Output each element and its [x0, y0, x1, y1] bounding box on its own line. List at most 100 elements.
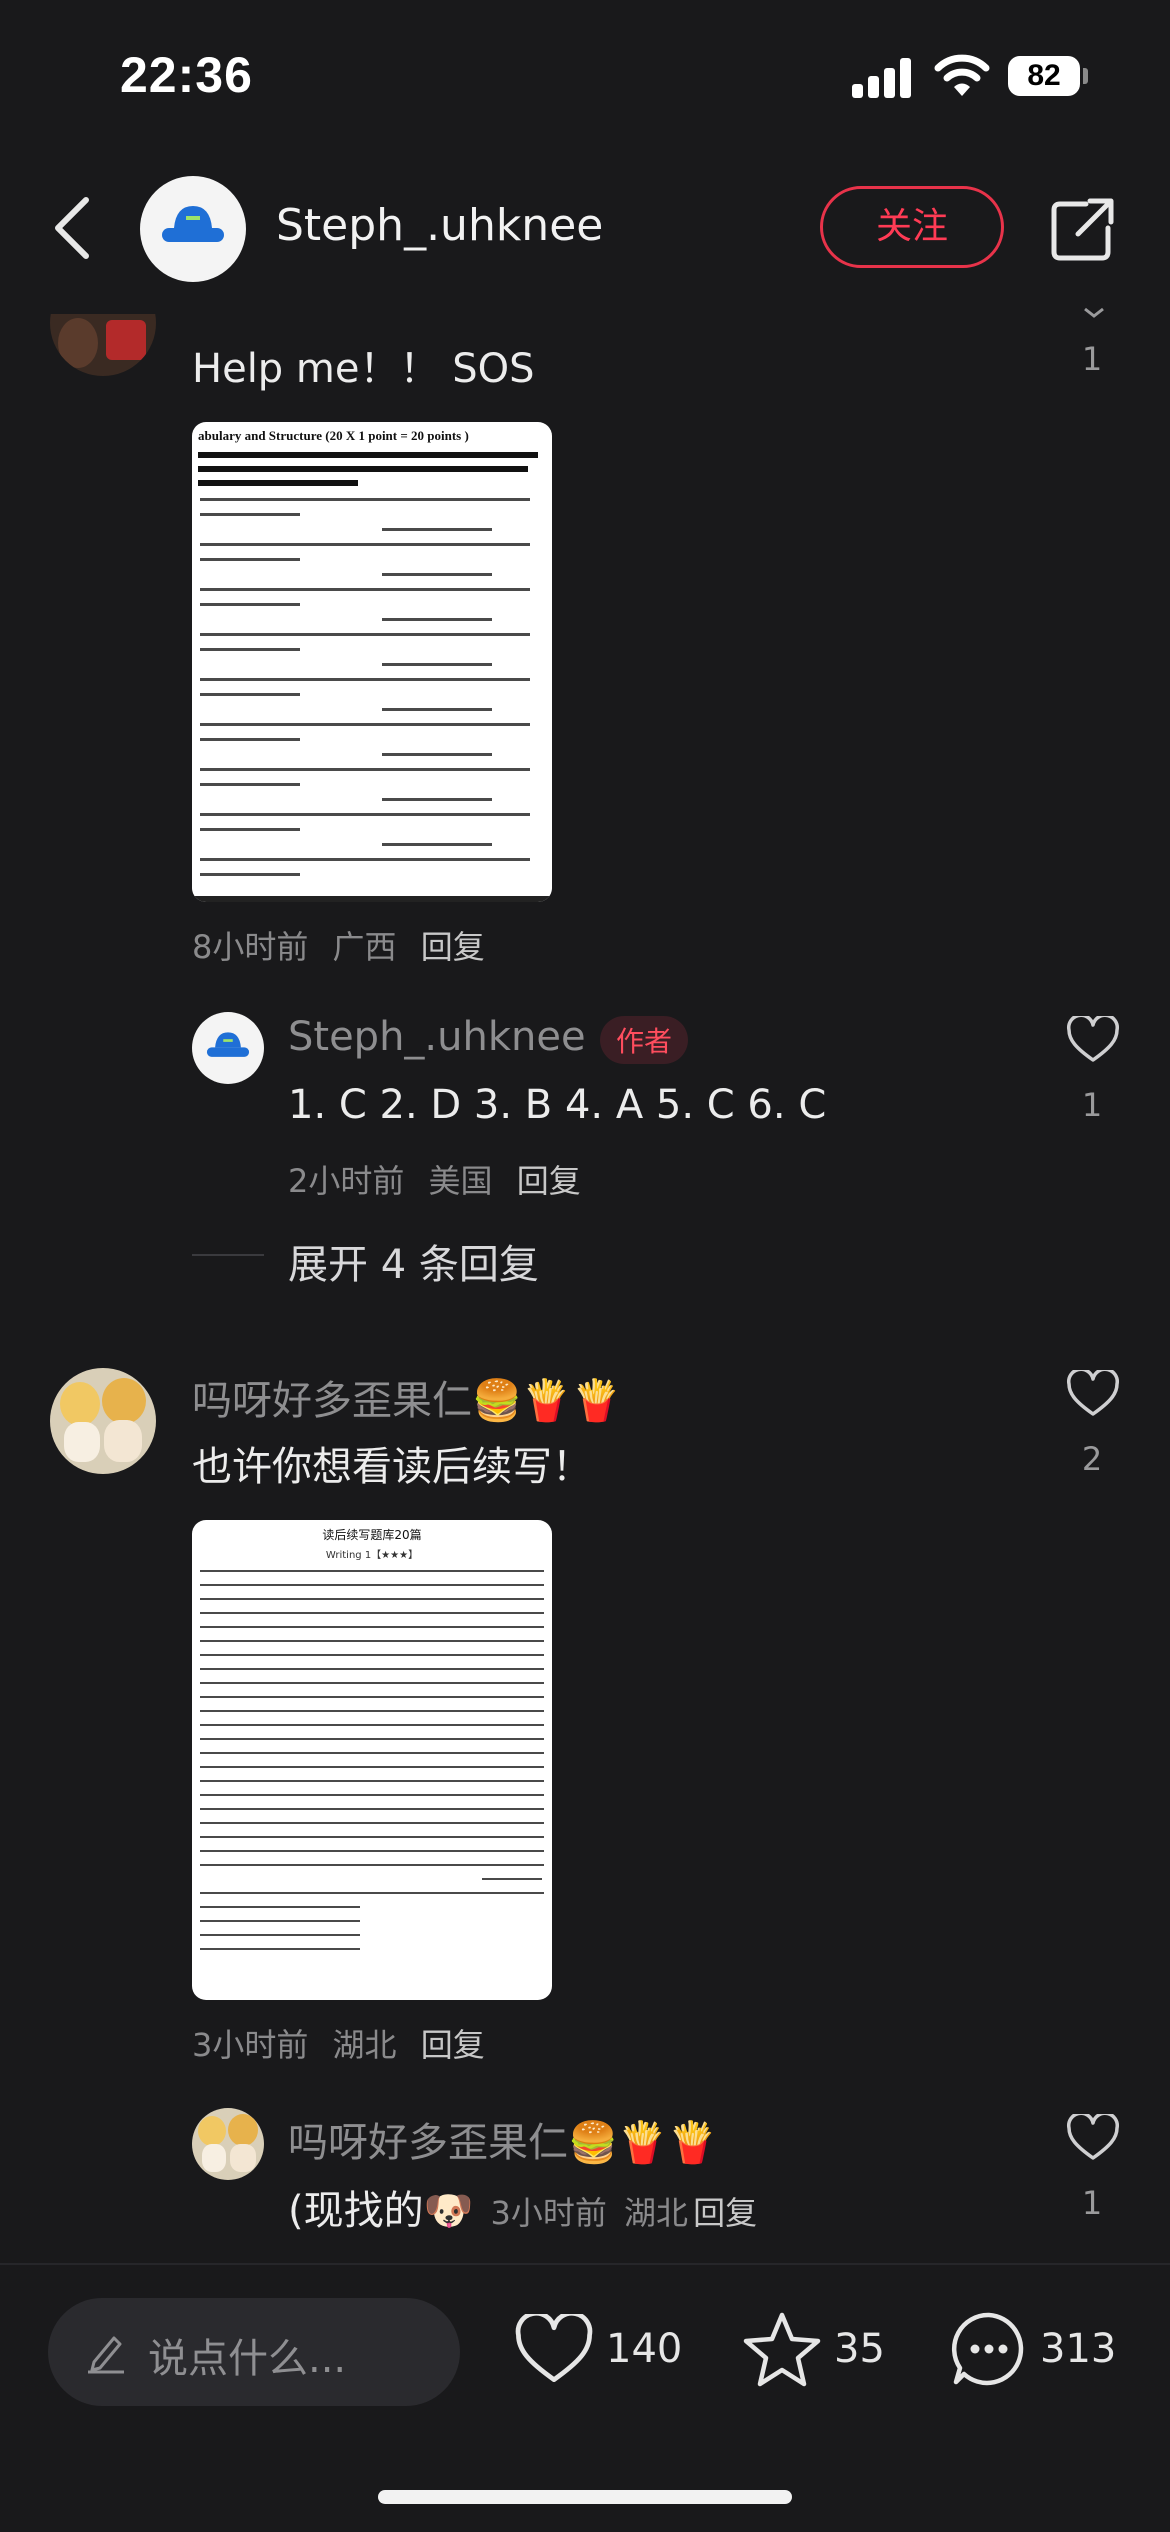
- reply-text: (现找的🐶: [288, 2188, 474, 2234]
- quiz-text-line: [200, 828, 300, 831]
- star-total[interactable]: 35: [834, 2326, 885, 2372]
- bucket-hat-icon: [162, 206, 224, 242]
- quiz-text-line: [200, 633, 530, 636]
- follow-button[interactable]: 关注: [820, 186, 1004, 268]
- writing-text-line: [200, 1598, 544, 1600]
- cellular-signal-icon: [852, 58, 912, 98]
- writing-text-line: [200, 1626, 544, 1628]
- quiz-text-line: [382, 798, 492, 801]
- reply-button[interactable]: 回复: [693, 2194, 757, 2232]
- bottom-divider: [0, 2263, 1170, 2265]
- writing-text-line: [200, 1696, 544, 1698]
- like-total[interactable]: 140: [606, 2326, 682, 2372]
- commenter-nickname[interactable]: 吗呀好多歪果仁🍔🍟🍟: [192, 1368, 621, 1426]
- writing-text-line: [200, 1948, 360, 1950]
- quiz-text-line: [382, 663, 492, 666]
- comment-location: 广西: [332, 928, 397, 966]
- battery-indicator: 82: [1008, 56, 1080, 96]
- writing-text-line: [200, 1864, 544, 1866]
- commenter-avatar[interactable]: [50, 314, 156, 376]
- reply-button[interactable]: 回复: [421, 928, 485, 966]
- quiz-text-line: [382, 528, 492, 531]
- quiz-text-line: [200, 813, 530, 816]
- writing-text-line: [200, 1612, 544, 1614]
- comment-input-placeholder[interactable]: 说点什么...: [148, 2326, 346, 2384]
- comment-image-quiz[interactable]: abulary and Structure (20 X 1 point = 20…: [192, 422, 552, 902]
- heart-icon[interactable]: [514, 2314, 594, 2386]
- quiz-text-line: [382, 708, 492, 711]
- comment-text: Help me！！ SOS: [192, 346, 535, 392]
- writing-text-line: [200, 1640, 544, 1642]
- reply-avatar[interactable]: [192, 2108, 264, 2180]
- status-time: 22:36: [120, 47, 253, 103]
- author-badge: 作者: [600, 1016, 689, 1064]
- writing-text-line: [200, 1808, 544, 1810]
- comment-time: 3小时前: [192, 2026, 309, 2064]
- comment-bubble-icon[interactable]: [950, 2310, 1028, 2388]
- reply-avatar[interactable]: [192, 1012, 264, 1084]
- writing-subtitle: Writing 1【★★★】: [325, 1550, 419, 1561]
- quiz-text-line: [200, 693, 300, 696]
- quiz-text-line: [200, 678, 530, 681]
- expand-replies-button[interactable]: 展开 4 条回复: [288, 1232, 539, 1290]
- quiz-title: abulary and Structure (20 X 1 point = 20…: [198, 428, 469, 443]
- profile-username[interactable]: Steph_.uhknee: [276, 200, 603, 251]
- writing-text-line: [200, 1654, 544, 1656]
- comment-location: 湖北: [332, 2026, 397, 2064]
- comment-meta: 3小时前 湖北 回复: [192, 2020, 485, 2066]
- quiz-text-line: [382, 753, 492, 756]
- quiz-text-line: [200, 768, 530, 771]
- back-icon[interactable]: [50, 196, 96, 260]
- writing-text-line: [200, 1584, 544, 1586]
- quiz-text-line: [200, 873, 300, 876]
- writing-text-line: [200, 1780, 544, 1782]
- comment-image-writing[interactable]: 读后续写题库20篇 Writing 1【★★★】: [192, 1520, 552, 2000]
- quiz-text-line: [382, 573, 492, 576]
- reply-button[interactable]: 回复: [421, 2026, 485, 2064]
- reply-meta: 2小时前 美国 回复: [288, 1156, 581, 1202]
- quiz-text-line: [200, 603, 300, 606]
- writing-text-line: [200, 1920, 360, 1922]
- comment-total[interactable]: 313: [1040, 2326, 1116, 2372]
- heart-icon[interactable]: [1066, 1370, 1120, 1418]
- reply-time: 3小时前: [490, 2194, 607, 2232]
- heart-icon[interactable]: [1066, 2114, 1120, 2162]
- writing-text-line: [482, 1878, 542, 1880]
- writing-text-line: [200, 1836, 544, 1838]
- writing-text-line: [200, 1906, 360, 1908]
- reply-nickname[interactable]: Steph_.uhknee: [288, 1014, 586, 1060]
- battery-tip: [1083, 68, 1088, 84]
- quiz-text-line: [200, 738, 300, 741]
- profile-avatar[interactable]: [140, 176, 246, 282]
- writing-title: 读后续写题库20篇: [322, 1528, 422, 1542]
- chevron-down-icon: [1084, 307, 1104, 318]
- writing-text-line: [200, 1822, 544, 1824]
- quiz-text-line: [200, 513, 300, 516]
- comment-meta: 8小时前 广西 回复: [192, 922, 485, 968]
- quiz-text-line: [200, 498, 530, 501]
- wifi-icon: [934, 54, 990, 96]
- commenter-avatar[interactable]: [50, 1368, 156, 1474]
- share-icon[interactable]: [1050, 196, 1116, 262]
- writing-text-line: [200, 1570, 544, 1572]
- writing-text-line: [200, 1850, 544, 1852]
- bucket-hat-icon: [206, 1032, 250, 1057]
- writing-text-line: [200, 1934, 360, 1936]
- reply-time: 2小时前: [288, 1162, 405, 1200]
- writing-text-line: [200, 1794, 544, 1796]
- writing-text-line: [200, 1892, 544, 1894]
- writing-text-line: [200, 1766, 544, 1768]
- reply-nickname[interactable]: 吗呀好多歪果仁🍔🍟🍟: [288, 2110, 717, 2168]
- writing-text-line: [200, 1752, 544, 1754]
- quiz-text-line: [200, 558, 300, 561]
- heart-icon[interactable]: [1066, 1016, 1120, 1064]
- reply-button[interactable]: 回复: [517, 1162, 581, 1200]
- quiz-text-line: [200, 783, 300, 786]
- quiz-text-line: [200, 543, 530, 546]
- comment-time: 8小时前: [192, 928, 309, 966]
- pencil-icon: [88, 2336, 124, 2374]
- quiz-text-line: [200, 648, 300, 651]
- star-icon[interactable]: [742, 2310, 822, 2388]
- writing-text-line: [200, 1668, 544, 1670]
- quiz-text-line: [382, 843, 492, 846]
